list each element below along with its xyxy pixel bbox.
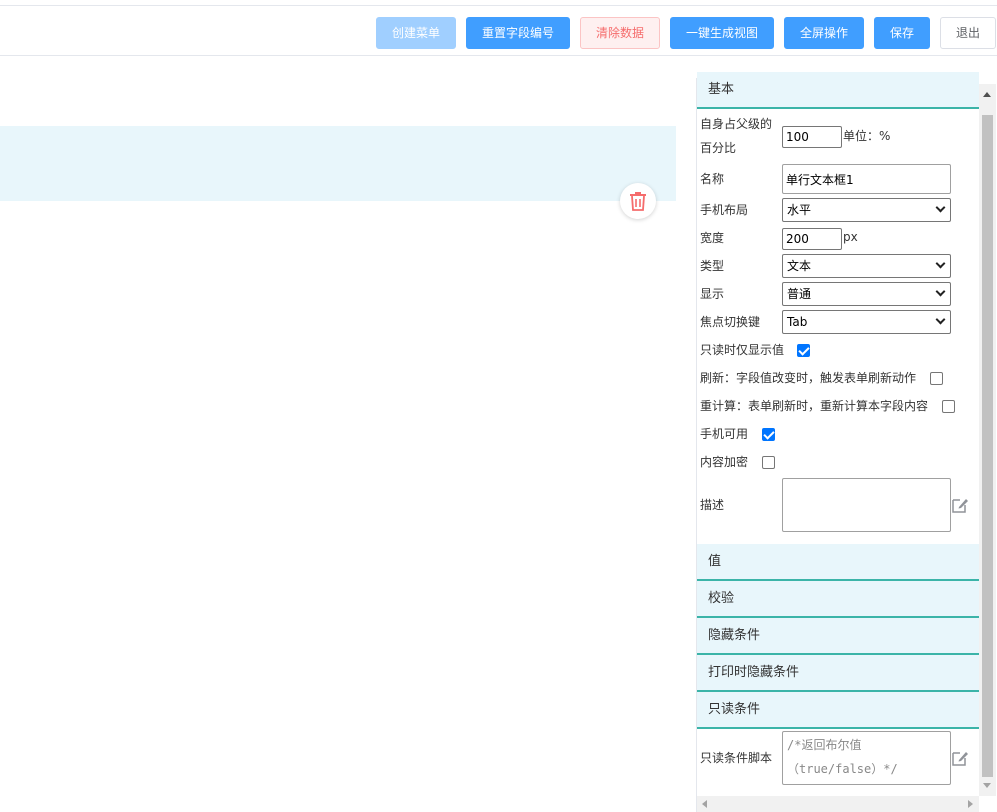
percent-input[interactable]	[782, 126, 842, 148]
delete-field-button[interactable]	[620, 183, 656, 219]
encrypt-label: 内容加密	[700, 455, 749, 469]
edit-icon[interactable]	[951, 496, 969, 514]
percent-unit: 单位：%	[843, 129, 891, 143]
section-value[interactable]: 值	[697, 544, 979, 581]
section-hide-condition[interactable]: 隐藏条件	[697, 618, 979, 655]
name-label: 名称	[700, 172, 725, 186]
mobile-layout-value: 水平	[787, 203, 812, 217]
reset-field-number-button[interactable]: 重置字段编号	[466, 17, 570, 49]
scroll-up-icon[interactable]	[983, 92, 991, 97]
encrypt-checkbox[interactable]	[762, 456, 775, 469]
name-input[interactable]	[782, 164, 951, 194]
selected-field-row[interactable]	[0, 126, 676, 201]
toolbar: 创建菜单 重置字段编号 清除数据 一键生成视图 全屏操作 保存 退出	[0, 6, 997, 56]
readonly-show-value-checkbox[interactable]	[797, 344, 810, 357]
display-value: 普通	[787, 287, 812, 301]
mobile-enabled-checkbox[interactable]	[762, 428, 775, 441]
chevron-down-icon	[935, 286, 946, 297]
clear-data-button[interactable]: 清除数据	[580, 17, 660, 49]
fullscreen-button[interactable]: 全屏操作	[784, 17, 864, 49]
width-unit: px	[843, 230, 858, 244]
mobile-enabled-label: 手机可用	[700, 427, 749, 441]
scroll-down-icon[interactable]	[983, 783, 991, 788]
mobile-layout-select[interactable]: 水平	[782, 198, 951, 222]
scroll-left-icon[interactable]	[702, 800, 707, 808]
display-label: 显示	[700, 287, 725, 301]
display-select[interactable]: 普通	[782, 282, 951, 306]
readonly-show-value-label: 只读时仅显示值	[700, 343, 785, 357]
chevron-down-icon	[935, 258, 946, 269]
mobile-layout-label: 手机布局	[700, 203, 749, 217]
readonly-script-placeholder-line1: /*返回布尔值	[787, 738, 862, 752]
section-readonly-condition[interactable]: 只读条件	[697, 692, 979, 729]
chevron-down-icon	[935, 314, 946, 325]
type-label: 类型	[700, 259, 725, 273]
section-validate[interactable]: 校验	[697, 581, 979, 618]
type-select[interactable]: 文本	[782, 254, 951, 278]
focus-key-label: 焦点切换键	[700, 315, 761, 329]
chevron-down-icon	[935, 202, 946, 213]
save-button[interactable]: 保存	[874, 17, 930, 49]
generate-view-button[interactable]: 一键生成视图	[670, 17, 774, 49]
type-value: 文本	[787, 259, 812, 273]
focus-key-select[interactable]: Tab	[782, 310, 951, 334]
width-input[interactable]	[782, 228, 842, 250]
width-label: 宽度	[700, 231, 725, 245]
focus-key-value: Tab	[787, 315, 808, 329]
readonly-script-placeholder-line2: （true/false）*/	[787, 762, 898, 776]
percent-label: 自身占父级的百分比	[700, 117, 773, 155]
refresh-checkbox[interactable]	[930, 372, 943, 385]
trash-icon	[630, 192, 646, 211]
recalc-label: 重计算：表单刷新时，重新计算本字段内容	[700, 399, 929, 413]
readonly-script-label: 只读条件脚本	[700, 751, 773, 765]
section-print-hide-condition[interactable]: 打印时隐藏条件	[697, 655, 979, 692]
scroll-thumb[interactable]	[982, 115, 993, 777]
vertical-scrollbar[interactable]	[979, 84, 996, 796]
description-textarea[interactable]	[782, 478, 951, 532]
description-label: 描述	[700, 498, 725, 512]
recalc-checkbox[interactable]	[942, 400, 955, 413]
refresh-label: 刷新：字段值改变时，触发表单刷新动作	[700, 371, 917, 385]
section-basic[interactable]: 基本	[697, 72, 979, 109]
exit-button[interactable]: 退出	[940, 17, 996, 49]
scroll-right-icon[interactable]	[968, 800, 973, 808]
readonly-script-textarea[interactable]: /*返回布尔值 （true/false）*/	[782, 731, 951, 785]
horizontal-scrollbar[interactable]	[697, 796, 979, 812]
create-menu-button[interactable]: 创建菜单	[376, 17, 456, 49]
edit-icon[interactable]	[951, 749, 969, 767]
